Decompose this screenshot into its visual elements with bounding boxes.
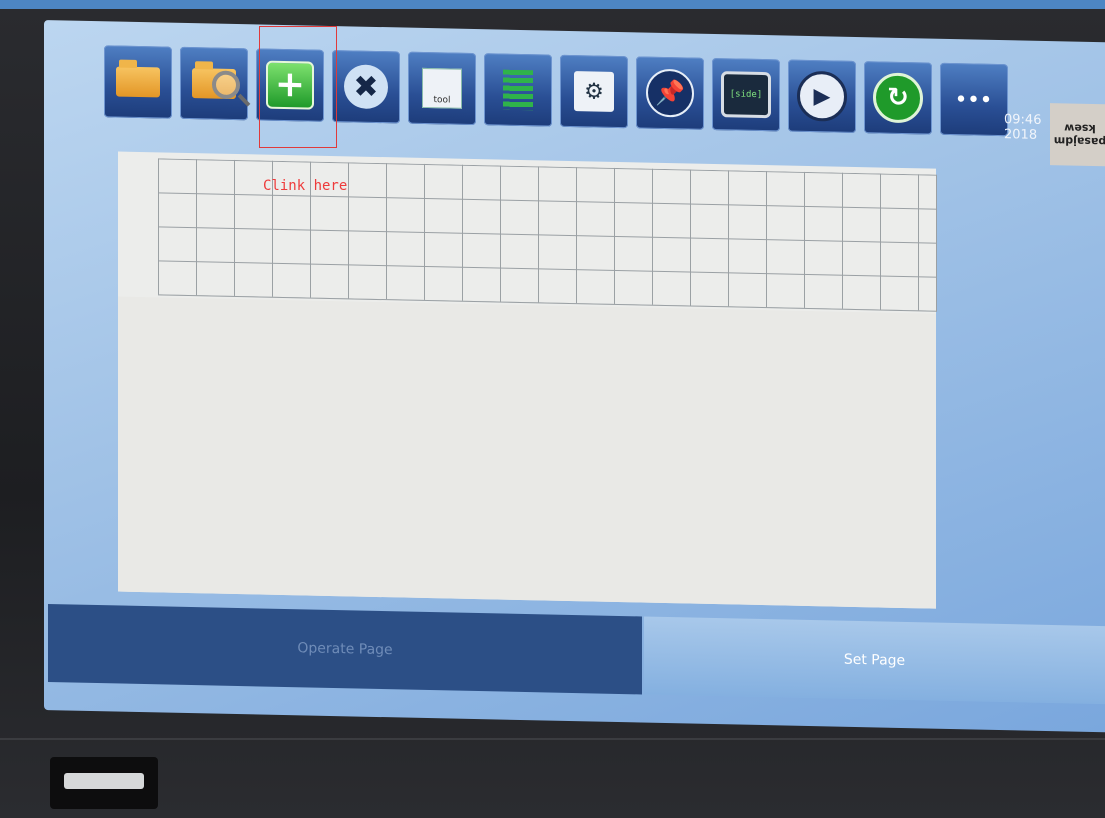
tool-document-icon: tool	[422, 67, 462, 109]
code-button[interactable]: [side]	[712, 57, 780, 132]
refresh-button[interactable]: ↻	[864, 61, 932, 135]
list-button[interactable]	[484, 53, 552, 127]
tool-label: tool	[433, 95, 451, 106]
refresh-icon: ↻	[873, 72, 923, 124]
pin-button[interactable]: 📌	[636, 56, 704, 130]
device-edge	[0, 738, 1105, 740]
close-icon: ✖	[344, 64, 388, 110]
clock: 09:46 2018	[1004, 112, 1041, 143]
toolbar: + ✖ tool ⚙ 📌 [side] ▶ ↻ •••	[104, 35, 1105, 156]
clock-date: 2018	[1004, 127, 1038, 143]
more-button[interactable]: •••	[940, 62, 1008, 137]
folder-icon	[116, 60, 160, 105]
tab-set-page[interactable]: Set Page	[644, 616, 1105, 705]
search-folder-button[interactable]	[180, 46, 248, 121]
more-icon: •••	[955, 88, 993, 111]
open-folder-button[interactable]	[104, 45, 172, 119]
clock-time: 09:46	[1004, 112, 1042, 128]
sticker: pasajdm ksew	[1050, 103, 1105, 167]
delete-button[interactable]: ✖	[332, 50, 400, 124]
gear-icon: ⚙	[574, 71, 614, 112]
annotation-text: Clink here	[263, 178, 348, 194]
code-label: [side]	[729, 89, 763, 101]
message-edit-area[interactable]	[118, 151, 937, 609]
usb-port	[50, 757, 158, 809]
annotation-highlight-box	[259, 26, 337, 148]
top-accent-strip	[0, 0, 1105, 9]
sticker-line-2: ksew	[1064, 121, 1096, 136]
pin-icon: 📌	[646, 68, 694, 118]
settings-button[interactable]: ⚙	[560, 54, 628, 129]
sticker-line-1: pasajdm	[1053, 134, 1105, 149]
folder-search-icon	[192, 61, 240, 106]
list-lines-icon	[503, 69, 533, 111]
edit-canvas[interactable]	[118, 296, 936, 609]
code-screen-icon: [side]	[721, 71, 771, 119]
tab-operate-page[interactable]: Operate Page	[48, 604, 642, 695]
play-button[interactable]: ▶	[788, 59, 856, 134]
tool-button[interactable]: tool	[408, 51, 476, 126]
play-icon: ▶	[797, 70, 847, 122]
